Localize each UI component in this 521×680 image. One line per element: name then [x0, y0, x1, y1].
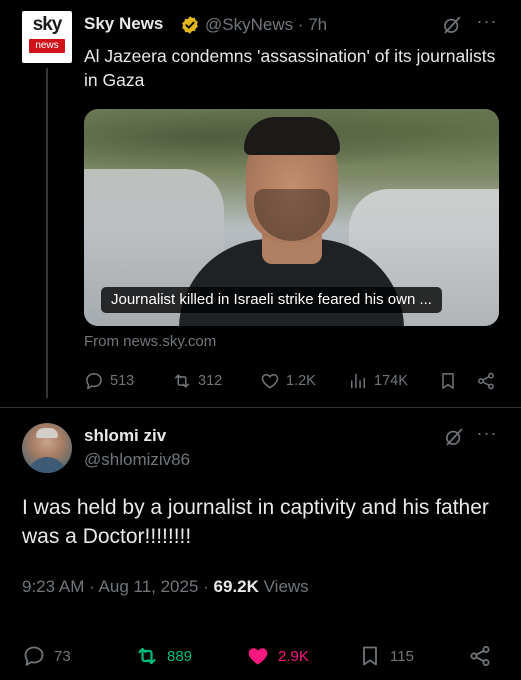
thread-line — [46, 68, 48, 398]
quoted-action-bar: 513 312 1.2K 174K — [84, 368, 504, 394]
bookmark-icon — [363, 646, 377, 666]
share-button[interactable] — [476, 368, 502, 394]
bookmark-icon — [442, 373, 454, 389]
link-source[interactable]: From news.sky.com — [84, 333, 216, 350]
more-options-icon[interactable]: ··· — [474, 424, 500, 446]
share-icon — [478, 372, 494, 390]
bookmark-button[interactable] — [438, 368, 464, 394]
link-card-image[interactable]: Journalist killed in Israeli strike fear… — [84, 109, 499, 326]
repost-button[interactable]: 312 — [172, 368, 222, 394]
more-options-icon[interactable]: ··· — [474, 12, 500, 34]
image-person-hair — [244, 117, 340, 155]
reply-icon — [24, 646, 44, 666]
link-card-caption[interactable]: Journalist killed in Israeli strike fear… — [101, 287, 442, 313]
repost-count: 889 — [167, 647, 193, 665]
repost-button[interactable]: 889 — [135, 641, 192, 671]
sky-news-avatar[interactable]: sky news — [22, 11, 72, 63]
repost-count: 312 — [198, 373, 223, 389]
reply-icon — [86, 373, 102, 390]
user-name[interactable]: shlomi ziv — [84, 426, 166, 446]
like-count: 2.9K — [278, 647, 309, 665]
bookmark-count: 115 — [390, 647, 414, 665]
tweet-text: I was held by a journalist in captivity … — [22, 496, 489, 548]
avatar-sky-text: sky — [32, 14, 63, 35]
avatar-shirt — [27, 457, 67, 473]
reply-count: 73 — [54, 647, 71, 665]
bookmark-button[interactable]: 115 — [358, 641, 414, 671]
repost-icon — [175, 374, 189, 388]
grok-icon[interactable] — [442, 15, 462, 35]
post-headline: Al Jazeera condemns 'assassination' of i… — [84, 46, 496, 90]
share-icon — [470, 646, 490, 666]
views-count: 174K — [374, 373, 408, 389]
author-handle-time[interactable]: @SkyNews · 7h — [205, 15, 327, 35]
share-button[interactable] — [468, 641, 500, 671]
avatar[interactable] — [22, 423, 72, 473]
views-label: Views — [258, 577, 309, 596]
reply-button[interactable]: 513 — [84, 368, 134, 394]
avatar-news-text: news — [29, 39, 65, 53]
reply-count: 513 — [110, 373, 135, 389]
reply-button[interactable]: 73 — [22, 641, 71, 671]
verified-badge-icon — [182, 16, 198, 34]
like-button[interactable]: 1.2K — [260, 368, 316, 394]
repost-icon — [138, 647, 156, 665]
author-name[interactable]: Sky News — [84, 14, 163, 34]
user-handle[interactable]: @shlomiziv86 — [84, 450, 190, 470]
views-button[interactable]: 174K — [348, 368, 408, 394]
like-button[interactable]: 2.9K — [246, 641, 309, 671]
views-total: 69.2K — [213, 577, 259, 596]
tweet-meta: 9:23 AM · Aug 11, 2025 · 69.2K Views — [22, 577, 309, 597]
tweet-timestamp[interactable]: 9:23 AM · Aug 11, 2025 · — [22, 577, 214, 596]
views-chart-icon — [351, 373, 365, 389]
heart-icon — [248, 648, 268, 665]
tweet-action-bar: 73 889 2.9K 115 — [22, 641, 502, 671]
grok-icon[interactable] — [444, 427, 464, 447]
like-count: 1.2K — [286, 373, 316, 389]
heart-icon — [261, 374, 279, 389]
section-divider — [0, 407, 521, 408]
avatar-hair — [36, 428, 58, 438]
